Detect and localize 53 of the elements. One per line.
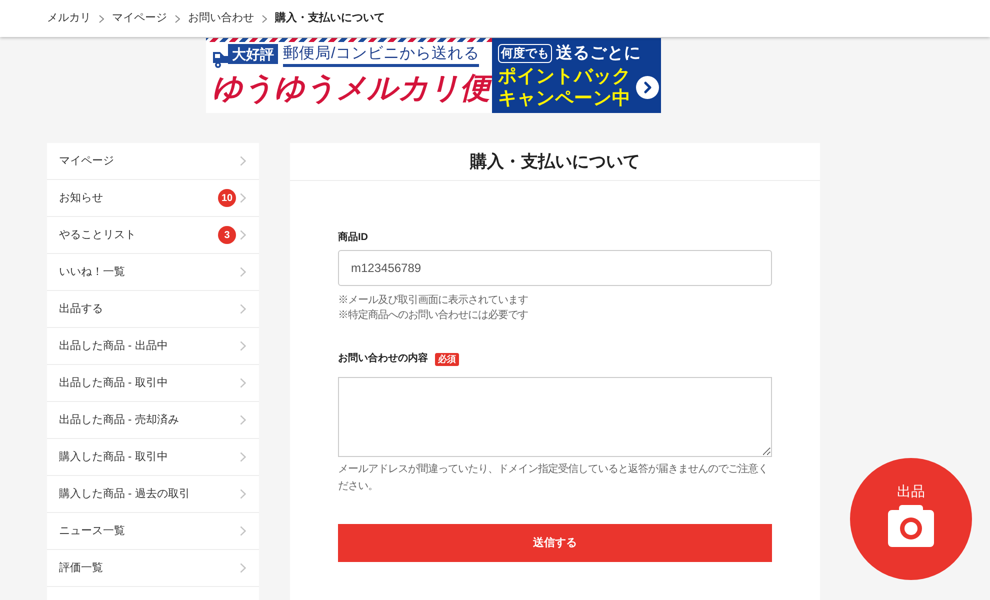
- sidebar-item[interactable]: やることリスト 3: [47, 217, 259, 254]
- chevron-right-icon: [99, 14, 104, 22]
- notification-badge: 3: [218, 226, 236, 244]
- input-field[interactable]: m123456789: [338, 250, 772, 286]
- chevron-right-icon: [240, 267, 246, 277]
- promo-tag: 何度でも: [498, 44, 552, 62]
- banner-subtitle: 送るごとに: [556, 43, 641, 63]
- sell-button[interactable]: 出品: [850, 458, 972, 580]
- chevron-right-icon: [240, 489, 246, 499]
- field-label: お問い合わせの内容: [338, 353, 428, 365]
- chevron-right-icon: [240, 304, 246, 314]
- chevron-right-icon: [240, 156, 246, 166]
- hint-text: ※メール及び取引画面に表示されています: [338, 293, 529, 308]
- chevron-right-icon: [240, 452, 246, 462]
- page-title: 購入・支払いについて: [470, 150, 640, 172]
- chevron-right-icon: [262, 14, 267, 22]
- sidebar-item[interactable]: いいね！一覧: [47, 254, 259, 291]
- breadcrumb-link[interactable]: お問い合わせ: [188, 10, 254, 27]
- banner-headline: ポイントバック: [498, 65, 631, 87]
- sidebar-item[interactable]: マイページ: [47, 143, 259, 180]
- truck-icon: [213, 52, 228, 68]
- submit-button[interactable]: 送信する: [338, 524, 772, 562]
- chevron-right-icon: [240, 230, 246, 240]
- sidebar-item[interactable]: お知らせ 10: [47, 180, 259, 217]
- sidebar-item[interactable]: 出品した商品 - 出品中: [47, 328, 259, 365]
- chevron-right-icon: [240, 193, 246, 203]
- notification-badge: 10: [218, 189, 236, 207]
- chevron-right-icon: [175, 14, 180, 22]
- hint-text: ※特定商品へのお問い合わせには必要です: [338, 308, 529, 323]
- chevron-right-icon: [240, 526, 246, 536]
- chevron-right-icon: [240, 341, 246, 351]
- hint-text: メールアドレスが間違っていたり、ドメイン指定受信していると返答が届きませんのでご注意ください。: [338, 462, 769, 494]
- chevron-right-icon: [240, 415, 246, 425]
- sidebar-item[interactable]: 出品した商品 - 取引中: [47, 365, 259, 402]
- chevron-circle-icon: [636, 76, 659, 98]
- sidebar-item[interactable]: 購入した商品 - 過去の取引: [47, 476, 259, 513]
- sidebar-item[interactable]: 出品する: [47, 291, 259, 328]
- chevron-right-icon: [240, 563, 246, 573]
- chevron-right-icon: [240, 378, 246, 388]
- sidebar-item[interactable]: 出品した商品 - 売却済み: [47, 402, 259, 439]
- banner-tagline: 郵便局/コンビニから送れる: [283, 43, 480, 67]
- breadcrumb-link[interactable]: メルカリ: [47, 10, 91, 27]
- banner-title: ゆうゆうメルカリ便: [211, 71, 492, 107]
- breadcrumb-current: 購入・支払いについて: [275, 10, 385, 26]
- banner-headline: キャンペーン中: [498, 87, 631, 109]
- field-label: 商品ID: [338, 232, 368, 244]
- sidebar-item[interactable]: ニュース一覧: [47, 513, 259, 550]
- required-tag: 必須: [435, 352, 459, 366]
- sidebar-item[interactable]: 評価一覧: [47, 550, 259, 587]
- breadcrumb-link[interactable]: マイページ: [112, 10, 167, 27]
- textarea-field[interactable]: [338, 377, 772, 457]
- camera-icon: [888, 505, 934, 547]
- sidebar-item[interactable]: 購入した商品 - 取引中: [47, 439, 259, 476]
